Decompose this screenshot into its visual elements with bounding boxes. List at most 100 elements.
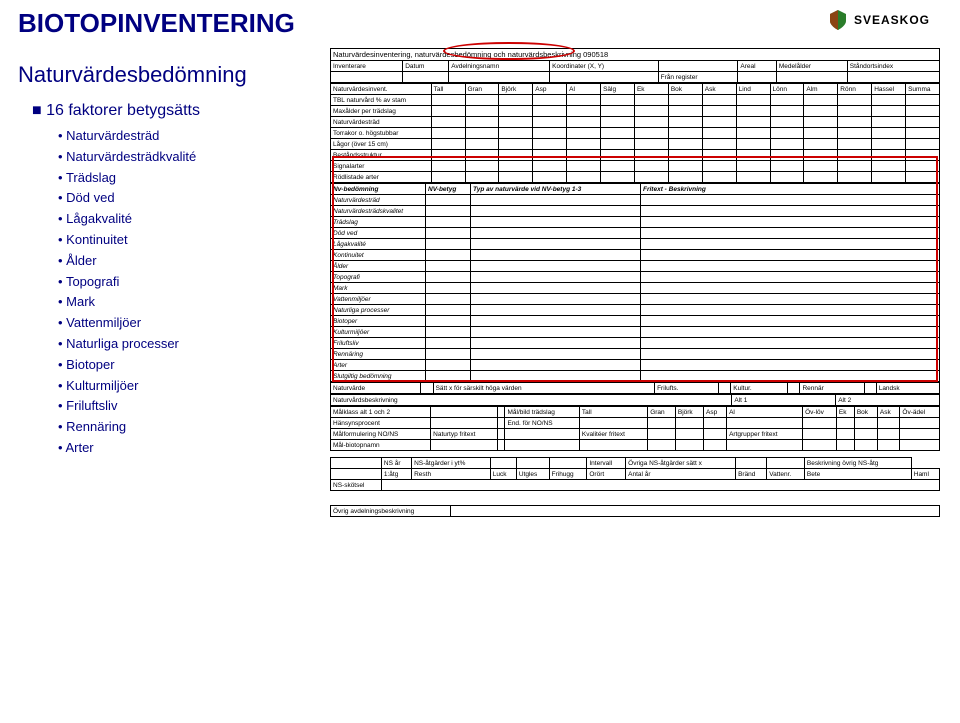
cell: Ask: [877, 407, 900, 418]
cell: [668, 128, 702, 139]
cell: Antal år: [626, 469, 736, 480]
cell: [431, 440, 498, 451]
cell: [601, 128, 635, 139]
cell: [648, 440, 676, 451]
factor-item: Rennäring: [58, 417, 200, 438]
cell: [838, 117, 872, 128]
cell: [421, 383, 433, 394]
cell: [498, 440, 505, 451]
cell: [900, 440, 940, 451]
cell: Asp: [704, 407, 727, 418]
cell: [727, 418, 803, 429]
cell: Maxålder per trädslag: [331, 106, 432, 117]
cell: NS år: [381, 458, 411, 469]
ovrig-table: Övrig avdelningsbeskrivning: [330, 505, 940, 517]
cell: [431, 117, 465, 128]
cell: Al: [727, 407, 803, 418]
logo: SVEASKOG: [826, 8, 930, 32]
cell: Luck: [490, 469, 516, 480]
cell: [872, 95, 906, 106]
cell: [648, 418, 676, 429]
cell: Tall: [431, 84, 465, 95]
cell: Lågor (över 15 cm): [331, 139, 432, 150]
cell: Alm: [804, 84, 838, 95]
cell: [634, 139, 668, 150]
cell: [465, 95, 499, 106]
cell: [579, 418, 647, 429]
cell: [668, 117, 702, 128]
cell: Bok: [668, 84, 702, 95]
cell: [675, 429, 703, 440]
cell: [675, 418, 703, 429]
red-rectangle-highlight: [332, 156, 938, 382]
cell: [634, 95, 668, 106]
factor-item: Trädslag: [58, 168, 200, 189]
cell: [877, 418, 900, 429]
cell: Sälg: [601, 84, 635, 95]
cell: [770, 128, 804, 139]
cell: Björk: [675, 407, 703, 418]
cell: [906, 128, 940, 139]
cell: [838, 95, 872, 106]
cell: [770, 106, 804, 117]
factor-item: Naturvärdesträdkvalité: [58, 147, 200, 168]
cell: [658, 61, 738, 72]
cell: Mål/bild trädslag: [505, 407, 579, 418]
cell: Bok: [854, 407, 877, 418]
cell: Naturvärde: [331, 383, 421, 394]
cell: [736, 458, 767, 469]
from-register: Från register: [658, 72, 738, 83]
cell: Artgrupper fritext: [727, 429, 803, 440]
cell: Summa: [906, 84, 940, 95]
factor-item: Naturliga processer: [58, 334, 200, 355]
cell: Rönn: [838, 84, 872, 95]
cell: Gran: [465, 84, 499, 95]
cell: [770, 117, 804, 128]
cell: [804, 117, 838, 128]
cell: [601, 139, 635, 150]
beskrivning-header: NaturvårdsbeskrivningAlt 1Alt 2: [330, 394, 940, 406]
logo-text: SVEASKOG: [854, 13, 930, 27]
cell: [533, 139, 567, 150]
factor-item: Friluftsliv: [58, 396, 200, 417]
cell: Öv-löv: [803, 407, 837, 418]
cell: Tall: [579, 407, 647, 418]
cell: Ek: [836, 407, 854, 418]
naturvarde-line: NaturvärdeSätt x för särskilt höga värde…: [330, 382, 940, 394]
cell: [431, 128, 465, 139]
cell: Landsk: [876, 383, 939, 394]
cell: Ståndortsindex: [847, 61, 939, 72]
cell: Målformulering NO/NS: [331, 429, 431, 440]
factor-item: Lågakvalité: [58, 209, 200, 230]
cell: [900, 429, 940, 440]
cell: [770, 139, 804, 150]
form-title: Naturvärdesinventering, naturvärdesbedöm…: [330, 48, 940, 60]
cell: 1:åtg: [381, 469, 411, 480]
cell: Lönn: [770, 84, 804, 95]
red-oval-highlight: [443, 42, 575, 60]
cell: Resth: [412, 469, 491, 480]
cell: Kvalitéer fritext: [579, 429, 647, 440]
cell: Medelålder: [776, 61, 847, 72]
cell: TBL naturvård % av stam: [331, 95, 432, 106]
cell: [704, 440, 727, 451]
cell: [431, 407, 498, 418]
cell: [704, 418, 727, 429]
cell: Hassel: [872, 84, 906, 95]
bullet-list: ■ 16 faktorer betygsätts Naturvärdesträd…: [32, 102, 200, 459]
cell: Kultur.: [731, 383, 788, 394]
factor-item: Ålder: [58, 251, 200, 272]
cell: [736, 117, 770, 128]
cell: [736, 128, 770, 139]
cell: Frilufts.: [655, 383, 719, 394]
factor-item: Topografi: [58, 272, 200, 293]
cell: [567, 106, 601, 117]
cell: [838, 106, 872, 117]
cell: [549, 458, 587, 469]
cell: [431, 418, 498, 429]
factor-item: Arter: [58, 438, 200, 459]
cell: Asp: [533, 84, 567, 95]
header-table: InventerareDatumAvdelningsnamnKoordinate…: [330, 60, 940, 83]
cell: Naturtyp fritext: [431, 429, 498, 440]
cell: [499, 95, 533, 106]
